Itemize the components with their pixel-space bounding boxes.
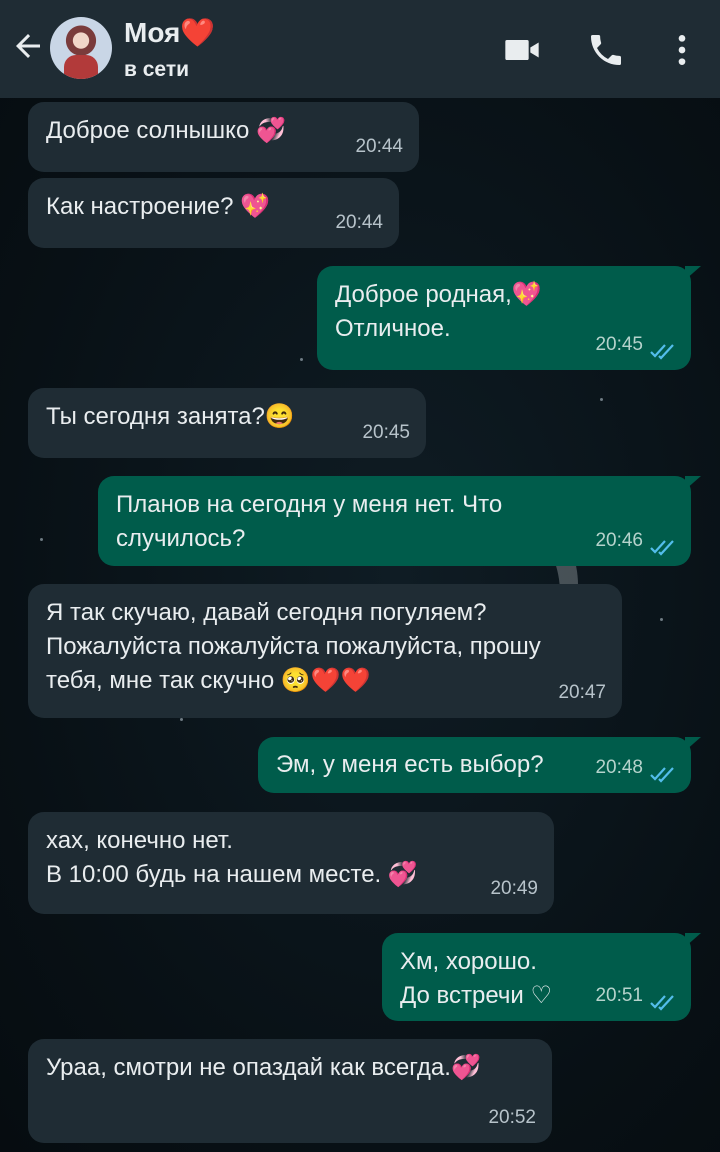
read-ticks-icon bbox=[650, 767, 674, 783]
message-time: 20:49 bbox=[490, 878, 538, 899]
message-text: Как настроение? 💖 bbox=[46, 193, 271, 220]
message-text: Пожалуйста пожалуйста пожалуйста, прошу bbox=[46, 633, 541, 660]
message-outgoing[interactable]: Хм, хорошо. До встречи ♡ 20:51 bbox=[382, 933, 701, 1021]
more-vertical-icon[interactable] bbox=[662, 30, 702, 70]
message-incoming[interactable]: Как настроение? 💖 20:44 bbox=[28, 178, 399, 248]
message-incoming[interactable]: хах, конечно нет. В 10:00 будь на нашем … bbox=[28, 812, 554, 914]
message-text: Доброе родная,💖 bbox=[335, 281, 542, 308]
message-outgoing[interactable]: Планов на сегодня у меня нет. Что случил… bbox=[98, 476, 701, 566]
message-incoming[interactable]: Ты сегодня занята?😄 20:45 bbox=[28, 388, 426, 458]
video-camera-icon[interactable] bbox=[502, 30, 542, 70]
contact-name-text: Моя bbox=[124, 17, 181, 48]
message-text: Я так скучаю, давай сегодня погуляем? bbox=[46, 599, 487, 626]
star-decoration bbox=[660, 618, 663, 621]
message-text: случилось? bbox=[116, 525, 246, 552]
message-text: Ураа, смотри не опаздай как всегда.💞 bbox=[46, 1054, 481, 1081]
arrow-left-icon bbox=[16, 34, 40, 58]
message-outgoing[interactable]: Эм, у меня есть выбор? 20:48 bbox=[258, 737, 701, 793]
message-time: 20:45 bbox=[595, 334, 643, 355]
contact-name[interactable]: Моя❤️ bbox=[124, 16, 215, 49]
message-text: Планов на сегодня у меня нет. Что bbox=[116, 491, 503, 518]
message-incoming[interactable]: Доброе солнышко 💞 20:44 bbox=[28, 102, 419, 172]
message-text: Хм, хорошо. bbox=[400, 948, 537, 975]
star-decoration bbox=[600, 398, 603, 401]
message-text: Доброе солнышко 💞 bbox=[46, 117, 286, 144]
message-text: Ты сегодня занята?😄 bbox=[46, 403, 295, 430]
read-ticks-icon bbox=[650, 540, 674, 556]
chat-header: Моя❤️ в сети bbox=[0, 0, 720, 98]
back-button[interactable] bbox=[8, 28, 48, 68]
message-time: 20:52 bbox=[488, 1107, 536, 1128]
message-incoming[interactable]: Ураа, смотри не опаздай как всегда.💞 20:… bbox=[28, 1039, 552, 1143]
message-time: 20:44 bbox=[335, 212, 383, 233]
message-outgoing[interactable]: Доброе родная,💖 Отличное. 20:45 bbox=[317, 266, 701, 370]
read-ticks-icon bbox=[650, 995, 674, 1011]
message-text: тебя, мне так скучно 🥺❤️❤️ bbox=[46, 667, 371, 694]
read-ticks-icon bbox=[650, 344, 674, 360]
message-text: В 10:00 будь на нашем месте. 💞 bbox=[46, 861, 418, 888]
avatar[interactable] bbox=[50, 17, 112, 79]
phone-icon[interactable] bbox=[586, 30, 626, 70]
message-incoming[interactable]: Я так скучаю, давай сегодня погуляем? По… bbox=[28, 584, 622, 718]
message-time: 20:46 bbox=[595, 530, 643, 551]
message-text: хах, конечно нет. bbox=[46, 827, 233, 854]
message-time: 20:47 bbox=[558, 682, 606, 703]
star-decoration bbox=[40, 538, 43, 541]
message-time: 20:51 bbox=[595, 985, 643, 1006]
message-time: 20:45 bbox=[362, 422, 410, 443]
heart-emoji: ❤️ bbox=[180, 17, 216, 48]
message-time: 20:44 bbox=[355, 136, 403, 157]
star-decoration bbox=[180, 718, 183, 721]
contact-status: в сети bbox=[124, 58, 190, 81]
message-time: 20:48 bbox=[595, 757, 643, 778]
star-decoration bbox=[300, 358, 303, 361]
